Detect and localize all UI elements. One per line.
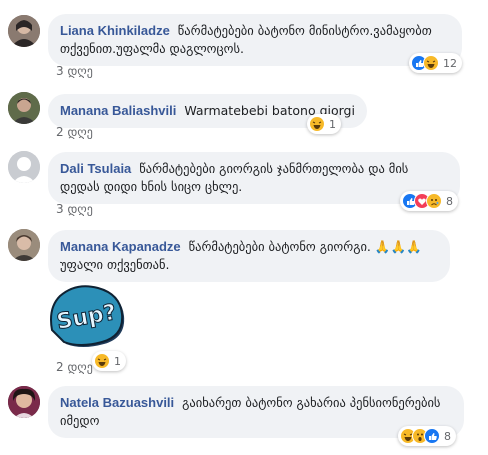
avatar-photo-icon <box>8 92 40 124</box>
reaction-summary[interactable]: 1 <box>307 114 341 134</box>
sad-icon <box>426 193 442 209</box>
avatar-photo-icon <box>8 229 40 261</box>
author-name[interactable]: Natela Bazuashvili <box>60 395 174 410</box>
avatar[interactable] <box>8 151 40 183</box>
reaction-summary[interactable]: 8 <box>400 191 458 211</box>
sticker-sup[interactable]: Sup? <box>48 280 128 350</box>
reaction-summary[interactable]: 1 <box>92 351 126 371</box>
like-icon <box>424 428 440 444</box>
comment-bubble: Liana Khinkiladze წარმატებები ბატონო მინ… <box>48 14 462 66</box>
reaction-count: 12 <box>443 56 457 70</box>
sup-sticker-icon: Sup? <box>50 285 125 347</box>
comment-time[interactable]: 3 დღე <box>56 64 93 78</box>
reaction-count: 1 <box>329 117 336 131</box>
default-user-icon <box>8 151 40 183</box>
haha-icon <box>423 55 439 71</box>
author-name[interactable]: Dali Tsulaia <box>60 161 131 176</box>
comment-time[interactable]: 3 დღე <box>56 202 93 216</box>
reaction-count: 8 <box>446 194 453 208</box>
author-name[interactable]: Manana Kapanadze <box>60 239 181 254</box>
avatar[interactable] <box>8 229 40 261</box>
avatar[interactable] <box>8 386 40 418</box>
avatar[interactable] <box>8 92 40 124</box>
comment-time[interactable]: 2 დღე <box>56 125 93 139</box>
haha-icon <box>94 353 110 369</box>
avatar-photo-icon <box>8 15 40 47</box>
comment-bubble: Manana Kapanadze წარმატებები ბატონო გიორ… <box>48 230 450 282</box>
haha-icon <box>309 116 325 132</box>
reaction-count: 1 <box>114 354 121 368</box>
comment-bubble: Dali Tsulaia წარმატებები გიორგის ჯანმრთე… <box>48 152 460 204</box>
reaction-summary[interactable]: 8 <box>398 426 456 446</box>
avatar-photo-icon <box>8 386 40 418</box>
avatar[interactable] <box>8 15 40 47</box>
reaction-summary[interactable]: 12 <box>409 53 462 73</box>
comment-time[interactable]: 2 დღე <box>56 360 93 374</box>
author-name[interactable]: Liana Khinkiladze <box>60 23 170 38</box>
author-name[interactable]: Manana Baliashvili <box>60 103 176 118</box>
reaction-count: 8 <box>444 429 451 443</box>
